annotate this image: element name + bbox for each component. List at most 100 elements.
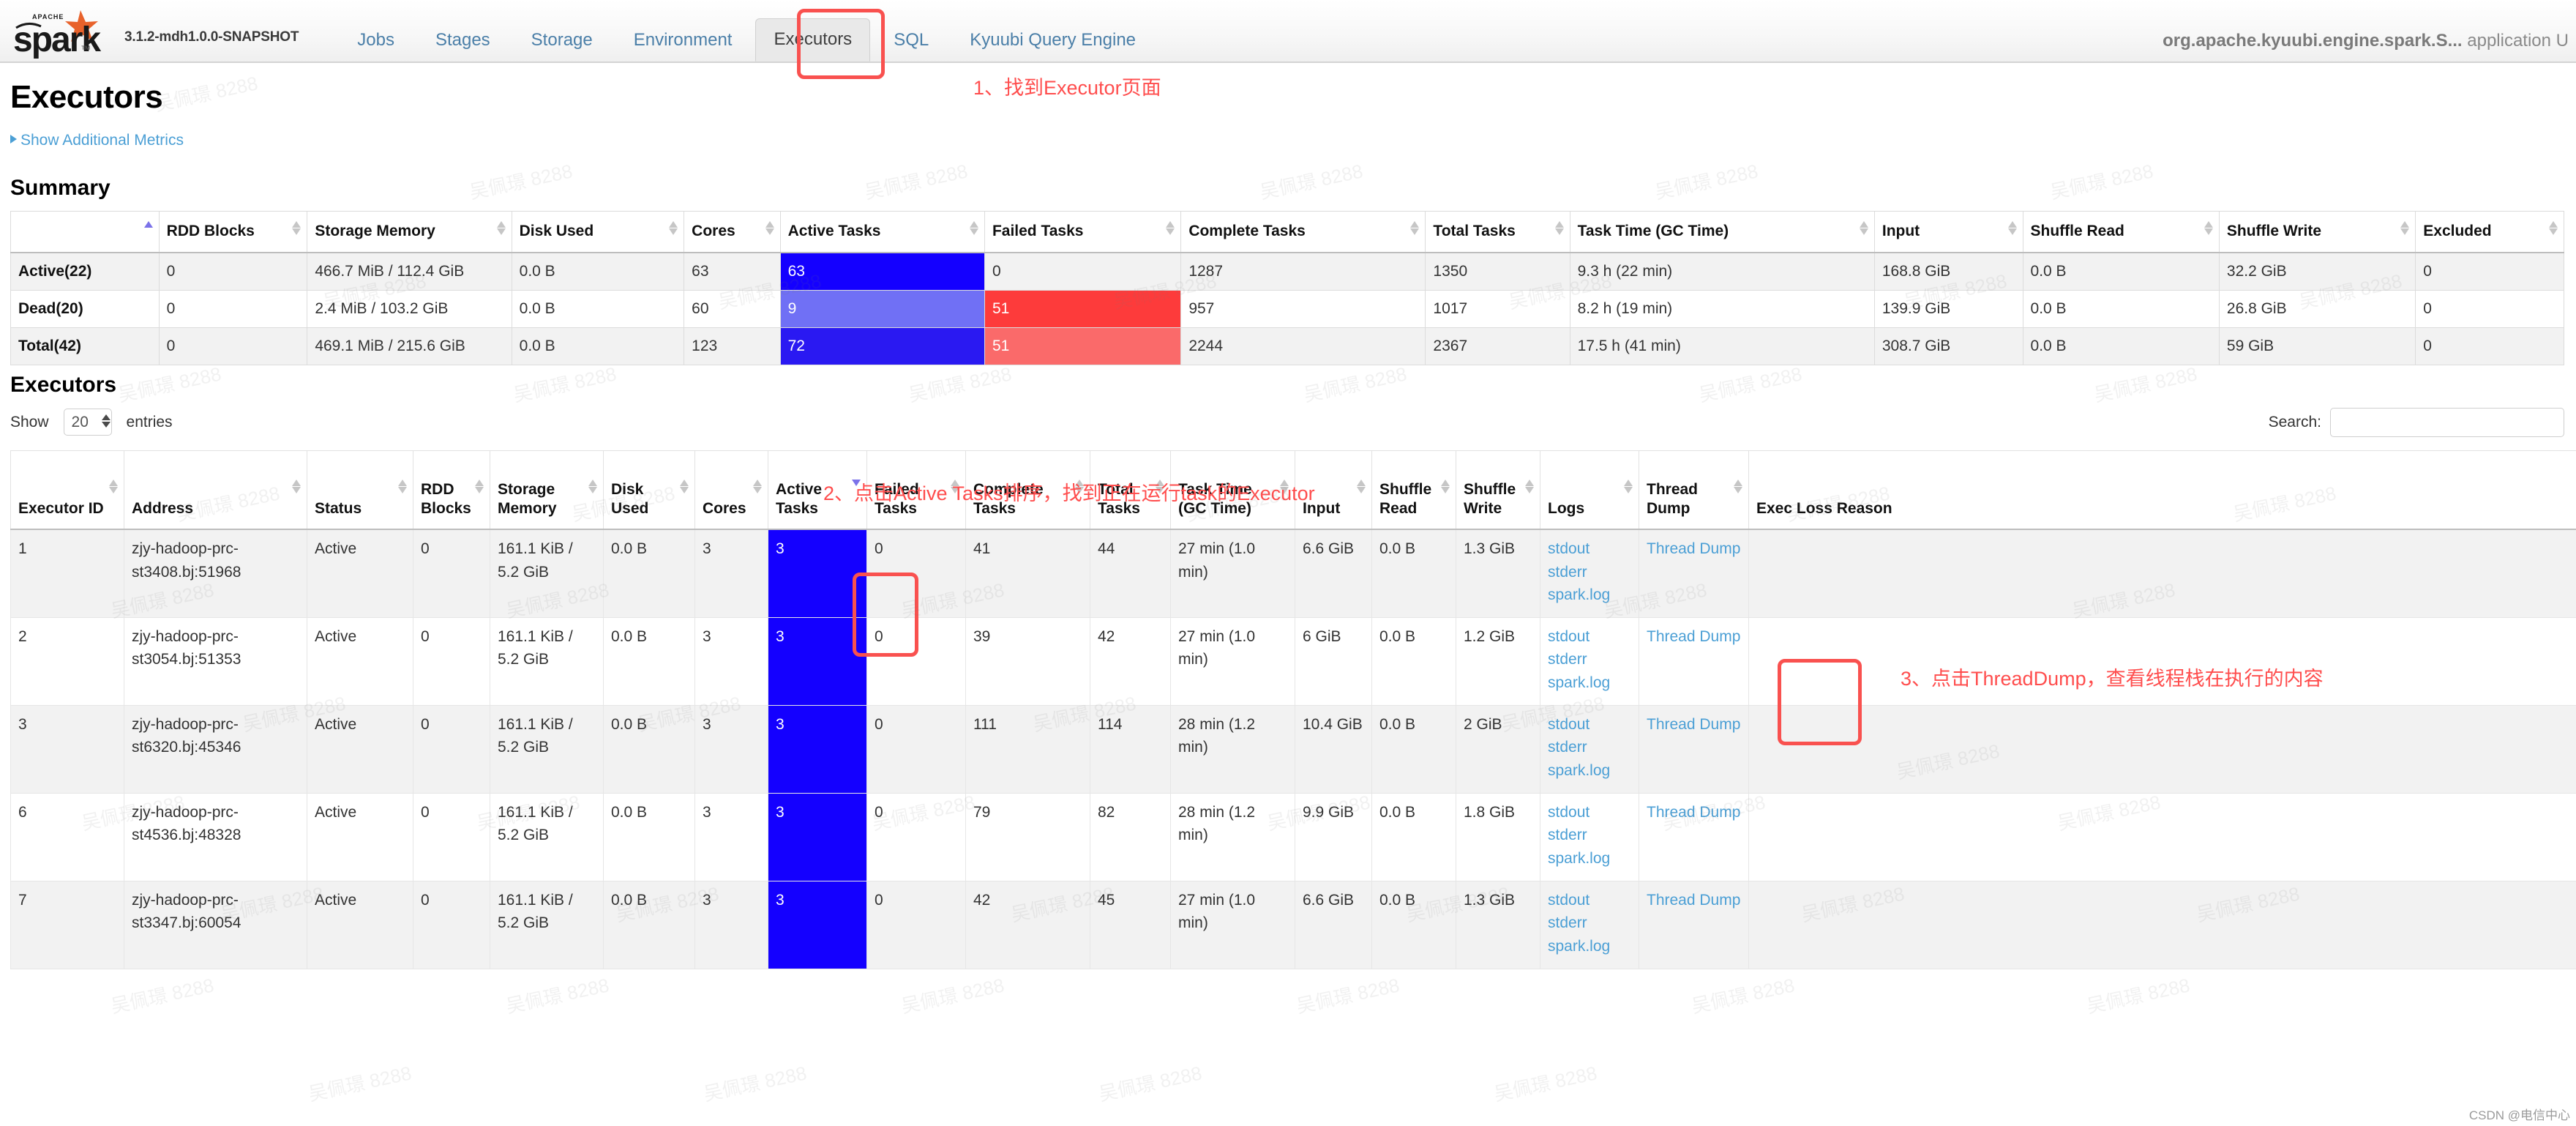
exec-cell-address: zjy-hadoop-prc-st3347.bj:60054 bbox=[124, 880, 307, 969]
summary-col-blank[interactable] bbox=[10, 211, 160, 253]
summary-col-excluded-label: Excluded bbox=[2423, 223, 2492, 240]
nav-item-environment[interactable]: Environment bbox=[616, 20, 750, 61]
nav-item-jobs[interactable]: Jobs bbox=[340, 20, 412, 61]
exec-col-logs[interactable]: Logs bbox=[1540, 450, 1639, 530]
summary-col-active-tasks[interactable]: Active Tasks bbox=[779, 211, 985, 253]
exec-col-rdd-blocks[interactable]: RDD Blocks bbox=[413, 450, 490, 530]
summary-row-name: Dead(20) bbox=[10, 289, 160, 328]
show-additional-metrics-label: Show Additional Metrics bbox=[20, 132, 184, 149]
stdout-link[interactable]: stdout bbox=[1548, 625, 1631, 649]
stderr-link[interactable]: stderr bbox=[1548, 736, 1631, 759]
summary-col-cores[interactable]: Cores bbox=[684, 211, 781, 253]
nav-item-executors[interactable]: Executors bbox=[755, 18, 871, 61]
exec-col-exec-loss-reason[interactable]: Exec Loss Reason bbox=[1748, 450, 2576, 530]
exec-cell-input: 6.6 GiB bbox=[1295, 529, 1372, 618]
thread-dump-link[interactable]: Thread Dump bbox=[1647, 713, 1741, 737]
summary-col-complete-tasks[interactable]: Complete Tasks bbox=[1180, 211, 1426, 253]
stdout-link[interactable]: stdout bbox=[1548, 889, 1631, 912]
exec-cell-address: zjy-hadoop-prc-st6320.bj:45346 bbox=[124, 704, 307, 794]
nav-item-kyuubi-query-engine[interactable]: Kyuubi Query Engine bbox=[952, 20, 1153, 61]
sort-arrow-icon bbox=[765, 220, 775, 242]
application-title: org.apache.kyuubi.engine.spark.S... appl… bbox=[2163, 31, 2569, 51]
nav-item-sql[interactable]: SQL bbox=[876, 20, 946, 61]
summary-col-excluded[interactable]: Excluded bbox=[2415, 211, 2564, 253]
summary-col-failed-tasks[interactable]: Failed Tasks bbox=[984, 211, 1182, 253]
exec-col-storage-memory[interactable]: Storage Memory bbox=[490, 450, 604, 530]
summary-col-shuffle-write[interactable]: Shuffle Write bbox=[2218, 211, 2416, 253]
stderr-link[interactable]: stderr bbox=[1548, 648, 1631, 671]
thread-dump-link[interactable]: Thread Dump bbox=[1647, 801, 1741, 824]
summary-row-active: Active(22) 0 466.7 MiB / 112.4 GiB 0.0 B… bbox=[10, 252, 2564, 291]
summary-col-storage-memory-label: Storage Memory bbox=[315, 223, 435, 240]
entries-select[interactable]: 20 bbox=[63, 409, 112, 436]
exec-col-executor-id[interactable]: Executor ID bbox=[10, 450, 124, 530]
summary-col-rdd-blocks[interactable]: RDD Blocks bbox=[158, 211, 308, 253]
spark-log-link[interactable]: spark.log bbox=[1548, 671, 1631, 695]
show-additional-metrics-toggle[interactable]: Show Additional Metrics bbox=[10, 132, 184, 149]
exec-cell-failed-tasks: 0 bbox=[866, 529, 966, 618]
stdout-link[interactable]: stdout bbox=[1548, 537, 1631, 561]
stderr-link[interactable]: stderr bbox=[1548, 911, 1631, 935]
exec-cell-shuffle-write: 1.3 GiB bbox=[1456, 529, 1540, 618]
exec-cell-id: 1 bbox=[10, 529, 124, 618]
summary-col-shuffle-read[interactable]: Shuffle Read bbox=[2022, 211, 2220, 253]
exec-cell-active-tasks: 3 bbox=[768, 880, 867, 969]
exec-col-status[interactable]: Status bbox=[307, 450, 413, 530]
thread-dump-link[interactable]: Thread Dump bbox=[1647, 625, 1741, 649]
summary-cell-cores: 123 bbox=[684, 327, 781, 365]
summary-col-input[interactable]: Input bbox=[1873, 211, 2023, 253]
stderr-link[interactable]: stderr bbox=[1548, 824, 1631, 847]
summary-cell-failed-tasks: 51 bbox=[984, 289, 1182, 328]
exec-col-disk-used[interactable]: Disk Used bbox=[603, 450, 695, 530]
summary-cell-rdd-blocks: 0 bbox=[158, 289, 308, 328]
summary-cell-rdd-blocks: 0 bbox=[158, 252, 308, 291]
watermark: 吴佩璟 8288 bbox=[2084, 974, 2192, 1018]
exec-cell-id: 2 bbox=[10, 616, 124, 706]
stdout-link[interactable]: stdout bbox=[1548, 801, 1631, 824]
spark-brand[interactable]: APACHE spark ™ 3.1.2-mdh1.0.0-SNAPSHOT bbox=[10, 0, 299, 61]
exec-cell-shuffle-write: 1.2 GiB bbox=[1456, 616, 1540, 706]
stdout-link[interactable]: stdout bbox=[1548, 713, 1631, 737]
summary-cell-failed-tasks: 51 bbox=[984, 327, 1182, 365]
summary-cell-task-time: 8.2 h (19 min) bbox=[1569, 289, 1875, 328]
exec-col-address[interactable]: Address bbox=[124, 450, 307, 530]
exec-col-shuffle-read[interactable]: Shuffle Read bbox=[1371, 450, 1456, 530]
summary-cell-total-tasks: 2367 bbox=[1425, 327, 1570, 365]
watermark: 吴佩璟 8288 bbox=[1689, 974, 1797, 1018]
exec-cell-id: 3 bbox=[10, 704, 124, 794]
sort-arrow-icon bbox=[2549, 220, 2558, 242]
summary-col-task-time[interactable]: Task Time (GC Time) bbox=[1569, 211, 1875, 253]
sort-arrow-icon bbox=[588, 479, 598, 501]
exec-col-executor-id-label: Executor ID bbox=[18, 499, 104, 517]
exec-cell-storage-memory: 161.1 KiB / 5.2 GiB bbox=[490, 529, 604, 618]
thread-dump-link[interactable]: Thread Dump bbox=[1647, 537, 1741, 561]
exec-cell-address: zjy-hadoop-prc-st3054.bj:51353 bbox=[124, 616, 307, 706]
exec-cell-total-tasks: 114 bbox=[1090, 704, 1171, 794]
spark-log-link[interactable]: spark.log bbox=[1548, 759, 1631, 783]
exec-col-thread-dump[interactable]: Thread Dump bbox=[1639, 450, 1749, 530]
nav-item-storage[interactable]: Storage bbox=[514, 20, 610, 61]
exec-cell-logs: stdout stderr spark.log bbox=[1540, 529, 1639, 618]
spark-log-link[interactable]: spark.log bbox=[1548, 583, 1631, 607]
failed-tasks-bar: 51 bbox=[984, 327, 1181, 365]
summary-col-shuffle-write-label: Shuffle Write bbox=[2226, 223, 2322, 240]
exec-col-shuffle-write[interactable]: Shuffle Write bbox=[1456, 450, 1540, 530]
sort-arrow-icon bbox=[1357, 479, 1366, 501]
exec-cell-rdd-blocks: 0 bbox=[413, 880, 490, 969]
summary-col-disk-used[interactable]: Disk Used bbox=[511, 211, 685, 253]
search-input[interactable] bbox=[2330, 407, 2564, 437]
exec-col-cores[interactable]: Cores bbox=[694, 450, 768, 530]
watermark: 吴佩璟 8288 bbox=[1294, 974, 1401, 1018]
summary-col-total-tasks[interactable]: Total Tasks bbox=[1425, 211, 1570, 253]
exec-cell-logs: stdout stderr spark.log bbox=[1540, 880, 1639, 969]
nav-item-stages[interactable]: Stages bbox=[418, 20, 508, 61]
active-tasks-value: 3 bbox=[776, 715, 785, 733]
spark-log-link[interactable]: spark.log bbox=[1548, 935, 1631, 958]
active-tasks-bar: 9 bbox=[780, 290, 984, 327]
spark-log-link[interactable]: spark.log bbox=[1548, 847, 1631, 870]
summary-col-storage-memory[interactable]: Storage Memory bbox=[307, 211, 512, 253]
thread-dump-link[interactable]: Thread Dump bbox=[1647, 889, 1741, 912]
stderr-link[interactable]: stderr bbox=[1548, 561, 1631, 584]
entries-select-wrap[interactable]: 20 bbox=[56, 409, 119, 436]
exec-cell-failed-tasks: 0 bbox=[866, 616, 966, 706]
